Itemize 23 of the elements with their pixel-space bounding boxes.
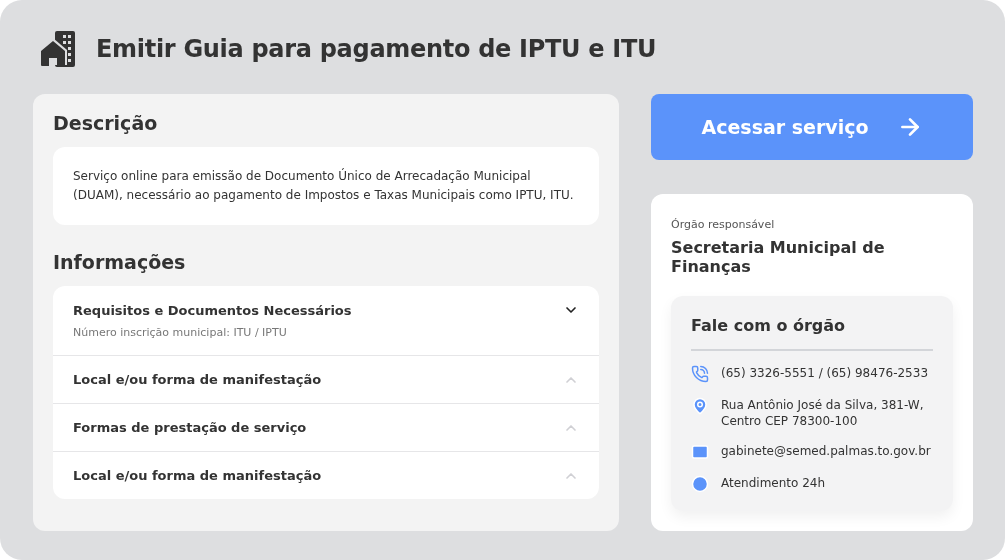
- map-pin-icon: [691, 397, 709, 415]
- contact-text: (65) 3326-5551 / (65) 98476-2533: [721, 365, 929, 381]
- accordion-detail: Número inscrição municipal: ITU / IPTU: [73, 326, 288, 339]
- accordion-label: Requisitos e Documentos Necessários: [73, 302, 352, 318]
- accordion-label: Formas de prestação de serviço: [73, 420, 307, 435]
- accordion-item[interactable]: Requisitos e Documentos Necessários Número inscrição municipal: ITU / IPTU: [53, 286, 599, 355]
- contact-heading: Fale com o órgão: [691, 316, 933, 351]
- section-heading: Informações: [53, 251, 187, 273]
- contact-text: gabinete@semed.palmas.to.gov.br: [721, 443, 931, 459]
- accordion-item[interactable]: Local e/ou forma de manifestação: [53, 355, 599, 403]
- accordion-item[interactable]: Formas de prestação de serviço: [53, 403, 599, 451]
- page-title: Emitir Guia para pagamento de IPTU e ITU: [96, 35, 657, 63]
- agency-caption: Órgão responsável: [671, 218, 776, 231]
- accordion-item[interactable]: Local e/ou forma de manifestação: [53, 451, 599, 499]
- agency-name: Secretaria Municipal de Finanças: [671, 238, 886, 276]
- description-text: Serviço online para emissão de Documento Único de Arrecadação Municipal (DUAM), necessário ao pagamento de Impostos e Taxas Municipais como IPTU, ITU.: [72, 167, 575, 204]
- contact-text: Rua Antônio José da Silva, 381-W, Centro CEP 78300-100: [721, 397, 925, 429]
- house-building-icon: [38, 30, 76, 68]
- contact-text: Atendimento 24h: [721, 475, 826, 491]
- phone-icon: [691, 365, 709, 383]
- accordion-label: Local e/ou forma de manifestação: [73, 468, 322, 483]
- section-heading: Descrição: [53, 112, 159, 134]
- accordion-label: Local e/ou forma de manifestação: [73, 372, 322, 387]
